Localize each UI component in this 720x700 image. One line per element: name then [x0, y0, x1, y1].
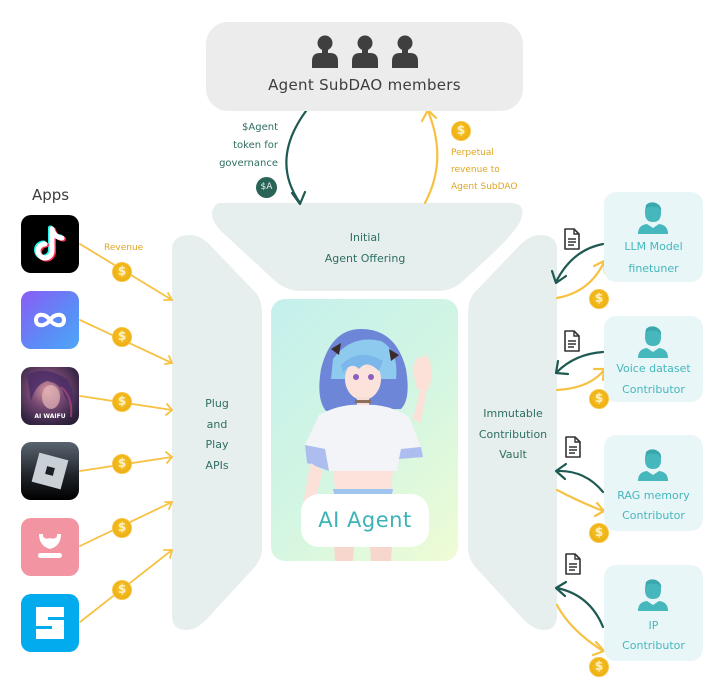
plug-and-play-line: and [206, 417, 228, 431]
plug-and-play-line: Play [205, 438, 229, 451]
contributor-rag-memory[interactable]: RAG memory Contributor [604, 435, 703, 531]
perpetual-revenue-line: Perpetual [451, 148, 494, 158]
perpetual-revenue-arrow [423, 109, 439, 205]
contributor-label: RAG memory [617, 489, 690, 502]
contributor-voice-dataset[interactable]: Voice dataset Contributor [604, 316, 703, 402]
contributor-label: Contributor [622, 509, 685, 522]
initial-offering-label: Initial Agent Offering [270, 228, 460, 269]
initial-offering-line: Agent Offering [324, 251, 406, 265]
contributor-label: LLM Model [624, 240, 683, 253]
contributor-revenue-coin-icon: $ [589, 523, 609, 543]
app-tiktok[interactable] [21, 215, 79, 273]
contribution-vault-label: Immutable Contribution Vault [468, 404, 558, 466]
roblox-icon [31, 452, 69, 490]
vault-line: Immutable [483, 407, 543, 420]
initial-offering-line: Initial [349, 231, 381, 244]
contributor-revenue-coin-icon: $ [589, 657, 609, 677]
contributor-avatar-icon [638, 202, 668, 234]
document-icon [565, 553, 581, 575]
tiktok-icon [34, 225, 66, 262]
plug-and-play-line: APIs [205, 458, 229, 472]
perpetual-revenue-coin-icon: $ [451, 121, 471, 141]
vault-line: Vault [499, 448, 527, 461]
perpetual-revenue-line: revenue to [451, 165, 500, 175]
contributor-label: Voice dataset [616, 362, 691, 375]
governance-label-line: $Agent [242, 122, 278, 133]
agent-token-badge: $A [256, 177, 277, 198]
person-icon [351, 34, 379, 68]
contributor-avatar-icon [638, 579, 668, 611]
members-title: Agent SubDAO members [268, 76, 461, 94]
vault-line: Contribution [478, 427, 548, 441]
app-ai-waifu[interactable]: AI WAIFU [21, 367, 79, 425]
contributor-avatar-icon [638, 326, 668, 358]
contributor-label: Contributor [622, 639, 685, 652]
revenue-coin-icon: $ [112, 327, 132, 347]
contributor-label: Contributor [622, 383, 685, 396]
app-roblox[interactable] [21, 442, 79, 500]
revenue-label: Revenue [104, 243, 144, 253]
contributor-avatar-icon [638, 449, 668, 481]
app-sandbox[interactable] [21, 594, 79, 652]
revenue-coin-icon: $ [112, 454, 132, 474]
plug-and-play-label: Plug and Play APIs [180, 394, 254, 476]
governance-label-line: governance [219, 158, 278, 169]
infinity-icon [33, 312, 67, 328]
app-pink-heart[interactable] [21, 518, 79, 576]
ai-agent-label: AI Agent [301, 494, 429, 547]
document-icon [565, 436, 581, 458]
governance-arrow [285, 109, 308, 205]
revenue-coin-icon: $ [112, 262, 132, 282]
app-revenue-arrows [79, 243, 173, 623]
contributor-label: IP [648, 619, 659, 632]
governance-label: $Agent token for governance [212, 119, 278, 173]
person-icon [311, 34, 339, 68]
apps-title: Apps [32, 186, 70, 204]
revenue-coin-icon: $ [112, 392, 132, 412]
perpetual-revenue-label: Perpetual revenue to Agent SubDAO [451, 145, 531, 196]
contributor-revenue-coin-icon: $ [589, 389, 609, 409]
revenue-coin-icon: $ [112, 580, 132, 600]
agent-subdao-members-box: Agent SubDAO members [206, 22, 523, 111]
ai-waifu-caption: AI WAIFU [34, 413, 66, 420]
revenue-coin-icon: $ [112, 518, 132, 538]
contributor-revenue-coin-icon: $ [589, 289, 609, 309]
sandbox-icon [36, 607, 64, 639]
perpetual-revenue-line: Agent SubDAO [451, 182, 518, 192]
person-icon [391, 34, 419, 68]
members-icons [206, 34, 523, 70]
contributor-ip[interactable]: IP Contributor [604, 565, 703, 661]
contributor-llm-finetuner[interactable]: LLM Model finetuner [604, 192, 703, 282]
document-icon [564, 330, 580, 352]
pink-heart-icon [38, 534, 62, 558]
app-infinity[interactable] [21, 291, 79, 349]
contributor-label: finetuner [628, 262, 679, 275]
document-icon [564, 228, 580, 250]
plug-and-play-line: Plug [205, 397, 229, 410]
governance-label-line: token for [233, 140, 278, 151]
